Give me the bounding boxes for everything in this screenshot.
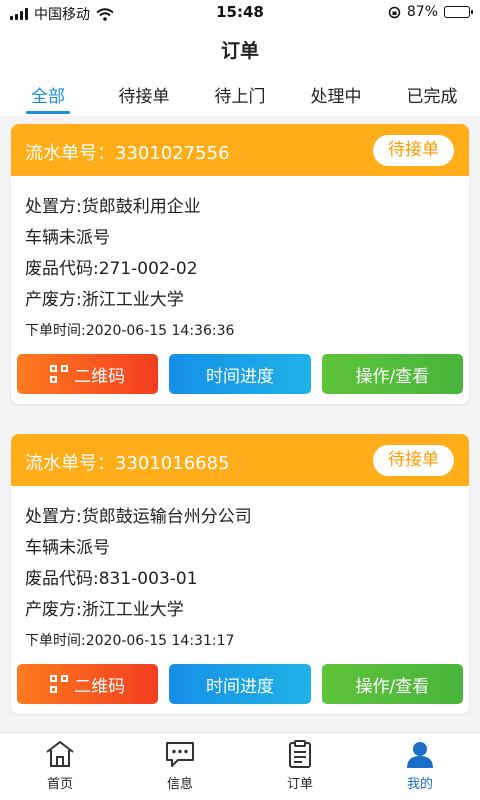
clipboard-icon <box>289 740 311 768</box>
time-progress-button[interactable]: 时间进度 <box>169 354 311 394</box>
status-right: 87% <box>388 4 473 20</box>
order-list[interactable]: 流水单号：3301027556 待接单 处置方:货郎鼓利用企业 车辆未派号 废品… <box>0 116 480 732</box>
qr-code-icon <box>50 675 69 693</box>
order-card-body: 处置方:货郎鼓利用企业 车辆未派号 废品代码:271-002-02 产废方:浙江… <box>11 176 469 347</box>
operate-view-button[interactable]: 操作/查看 <box>321 354 463 394</box>
order-producer: 产废方:浙江工业大学 <box>25 290 184 310</box>
order-serial: 流水单号：3301016685 <box>25 453 230 474</box>
operate-view-button[interactable]: 操作/查看 <box>321 664 463 704</box>
order-vehicle: 车辆未派号 <box>25 538 110 558</box>
order-waste-code: 废品代码:271-002-02 <box>25 259 198 279</box>
nav-home[interactable]: 首页 <box>0 733 120 800</box>
battery-icon <box>444 6 473 18</box>
order-time: 下单时间:2020-06-15 14:36:36 <box>25 323 235 339</box>
qr-code-label: 二维码 <box>74 676 126 697</box>
tab-pending-accept[interactable]: 待接单 <box>96 74 192 116</box>
order-producer: 产废方:浙江工业大学 <box>25 600 184 620</box>
order-card: 流水单号：3301027556 待接单 处置方:货郎鼓利用企业 车辆未派号 废品… <box>11 124 469 404</box>
nav-home-label: 首页 <box>46 777 73 792</box>
nav-orders[interactable]: 订单 <box>240 733 360 800</box>
order-actions: 二维码 时间进度 操作/查看 <box>17 354 463 394</box>
nav-profile-label: 我的 <box>406 777 433 792</box>
order-waste-code: 废品代码:831-003-01 <box>25 569 198 589</box>
battery-percent: 87% <box>406 4 438 20</box>
nav-messages-label: 信息 <box>166 777 193 792</box>
qr-code-button[interactable]: 二维码 <box>17 664 159 704</box>
order-vehicle: 车辆未派号 <box>25 228 110 248</box>
page-title: 订单 <box>220 40 259 62</box>
home-icon <box>46 741 74 767</box>
order-serial: 流水单号：3301027556 <box>25 143 230 164</box>
order-actions: 二维码 时间进度 操作/查看 <box>17 664 463 704</box>
message-icon <box>166 742 194 767</box>
nav-messages[interactable]: 信息 <box>120 733 240 800</box>
tab-pending-visit[interactable]: 待上门 <box>192 74 288 116</box>
tab-completed[interactable]: 已完成 <box>384 74 480 116</box>
qr-code-icon <box>50 365 69 383</box>
bottom-nav: 首页 信息 订单 我的 <box>0 732 480 800</box>
order-card-header: 流水单号：3301027556 待接单 <box>11 124 469 176</box>
tab-processing[interactable]: 处理中 <box>288 74 384 116</box>
status-bar: 中国移动 15:48 87% <box>0 0 480 26</box>
order-handler: 处置方:货郎鼓利用企业 <box>25 197 201 217</box>
nav-profile[interactable]: 我的 <box>360 733 480 800</box>
order-card-header: 流水单号：3301016685 待接单 <box>11 434 469 486</box>
user-icon <box>407 742 433 768</box>
status-badge: 待接单 <box>373 135 454 166</box>
order-card: 流水单号：3301016685 待接单 处置方:货郎鼓运输台州分公司 车辆未派号… <box>11 434 469 714</box>
time-progress-button[interactable]: 时间进度 <box>169 664 311 704</box>
nav-orders-label: 订单 <box>286 777 313 792</box>
order-tabs: 全部 待接单 待上门 处理中 已完成 <box>0 74 480 116</box>
status-badge: 待接单 <box>373 445 454 476</box>
nav-bar: 订单 <box>0 26 480 74</box>
order-time: 下单时间:2020-06-15 14:31:17 <box>25 633 235 649</box>
qr-code-label: 二维码 <box>74 366 126 387</box>
orientation-lock-icon <box>388 6 401 18</box>
qr-code-button[interactable]: 二维码 <box>17 354 159 394</box>
tab-all[interactable]: 全部 <box>0 74 96 116</box>
order-card-body: 处置方:货郎鼓运输台州分公司 车辆未派号 废品代码:831-003-01 产废方… <box>11 486 469 657</box>
order-handler: 处置方:货郎鼓运输台州分公司 <box>25 507 252 527</box>
